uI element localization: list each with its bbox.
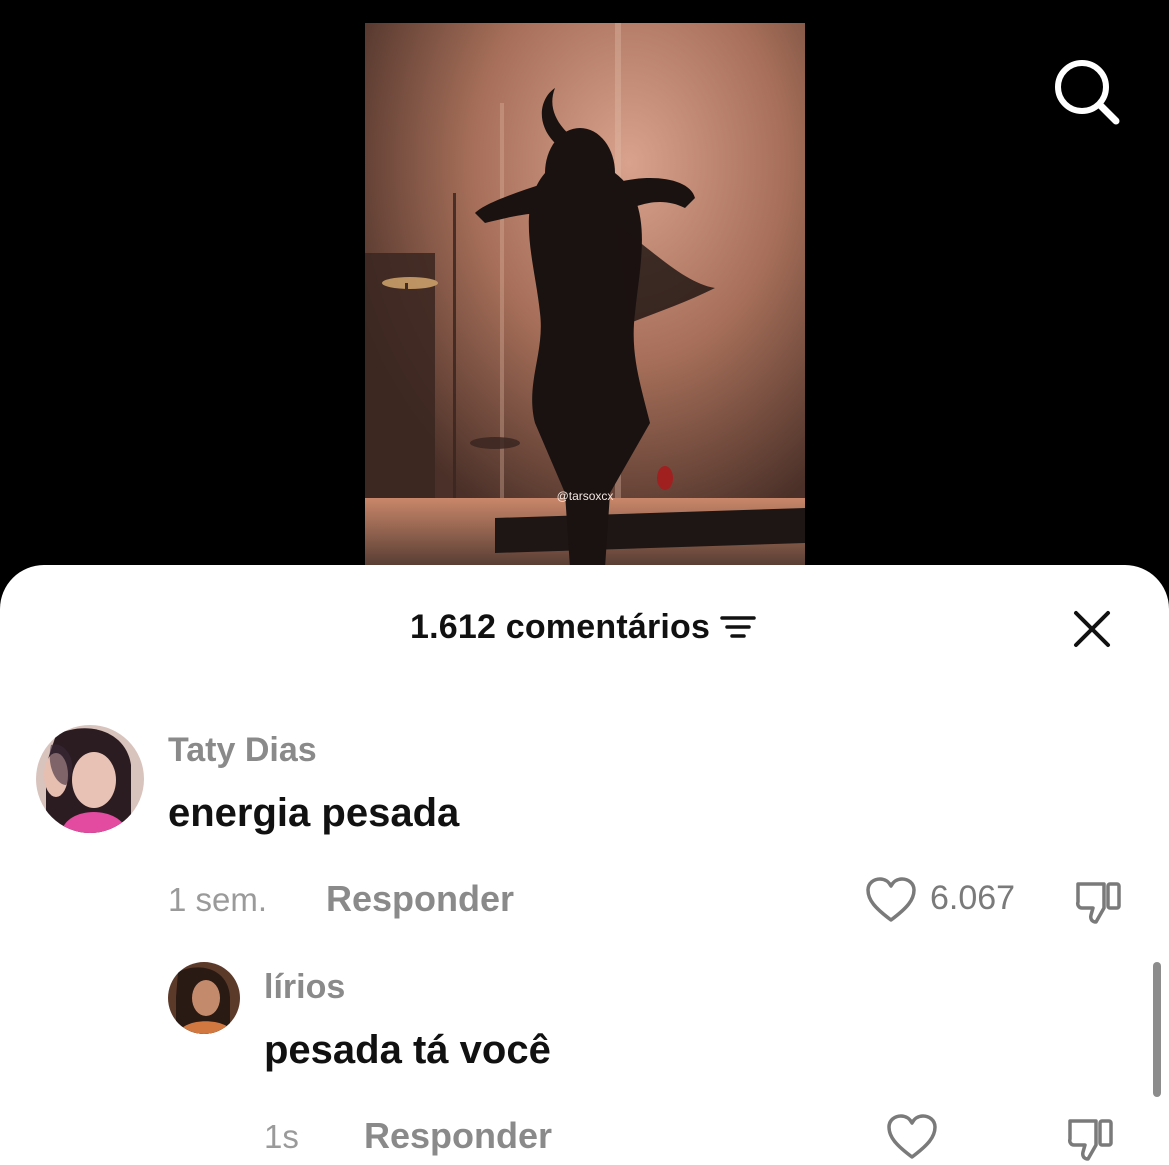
comment-item: lírios pesada tá você 1s Responder [0, 565, 1169, 1165]
avatar[interactable] [168, 962, 240, 1034]
comment-username[interactable]: lírios [264, 968, 345, 1007]
search-icon [1055, 60, 1120, 125]
dislike-icon[interactable] [1066, 1115, 1116, 1163]
heart-icon[interactable] [886, 1113, 938, 1161]
scrollbar[interactable] [1153, 962, 1161, 1097]
video-player[interactable]: @tarsoxcx [365, 23, 805, 583]
app-screen: @tarsoxcx 1.612 comentários Taty Dias en… [0, 0, 1169, 1165]
search-button[interactable] [1050, 55, 1122, 127]
reply-button[interactable]: Responder [364, 1115, 552, 1157]
comment-time: 1s [264, 1118, 299, 1155]
comments-sheet: 1.612 comentários Taty Dias energia pesa… [0, 565, 1169, 1165]
comment-text: pesada tá você [264, 1028, 551, 1072]
video-watermark: @tarsoxcx [556, 489, 614, 503]
avatar-image [168, 962, 240, 1034]
